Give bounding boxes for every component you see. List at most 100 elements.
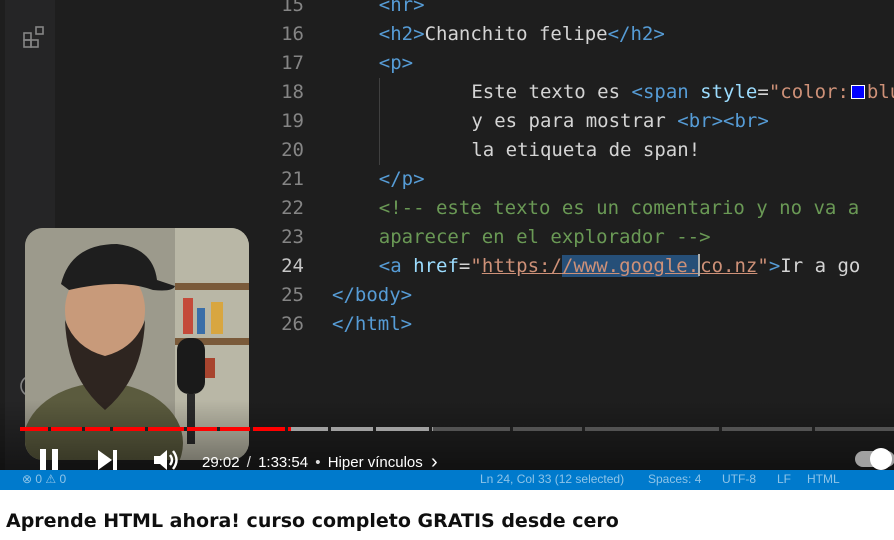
code-text: <p> bbox=[379, 49, 413, 78]
chapter-mark bbox=[183, 427, 187, 431]
code-token: </h2> bbox=[607, 23, 665, 45]
indent-spaces: Spaces: 4 bbox=[648, 472, 702, 486]
line-number: 18 bbox=[281, 81, 304, 103]
current-time: 29:02 bbox=[202, 454, 240, 471]
chapter-mark bbox=[250, 427, 254, 431]
line-number: 24 bbox=[281, 255, 304, 277]
code-token: style bbox=[700, 81, 758, 103]
video-title: Aprende HTML ahora! curso completo GRATI… bbox=[6, 510, 619, 532]
code-token: y es para mostrar bbox=[425, 110, 678, 132]
color-swatch-icon bbox=[850, 85, 865, 99]
code-text: aparecer en el explorador --> bbox=[379, 223, 711, 252]
duration: 1:33:54 bbox=[258, 454, 309, 471]
code-token: <hr> bbox=[378, 0, 425, 16]
code-token: https:/ bbox=[481, 255, 562, 277]
volume-icon bbox=[154, 450, 178, 470]
line-number: 17 bbox=[281, 52, 304, 74]
code-token: > bbox=[768, 255, 781, 277]
code-token: la etiqueta de span! bbox=[425, 139, 701, 161]
code-token: = bbox=[458, 255, 471, 277]
progress-bar[interactable] bbox=[20, 427, 894, 431]
chapter-mark bbox=[82, 427, 86, 431]
language-mode: HTML bbox=[807, 472, 840, 486]
cursor-position: Ln 24, Col 33 (12 selected) bbox=[480, 472, 625, 486]
selected-text: /www.google. bbox=[561, 255, 700, 277]
code-text: </body> bbox=[332, 281, 412, 310]
line-number: 20 bbox=[281, 139, 304, 161]
code-token: aparecer en el explorador --> bbox=[378, 226, 711, 248]
extensions-icon bbox=[22, 24, 48, 50]
code-token: href bbox=[413, 255, 459, 277]
code-line[interactable]: 21 </p> bbox=[56, 165, 894, 194]
code-text: y es para mostrar <br><br> bbox=[425, 107, 769, 136]
line-number: 16 bbox=[281, 23, 304, 45]
line-number: 23 bbox=[281, 226, 304, 248]
code-line[interactable]: 20 la etiqueta de span! bbox=[56, 136, 894, 165]
code-line[interactable]: 15 <hr> bbox=[56, 0, 894, 20]
chapter-mark bbox=[373, 427, 377, 431]
line-number: 21 bbox=[281, 168, 304, 190]
chapter-mark bbox=[429, 427, 433, 431]
code-token: co.nz bbox=[700, 255, 758, 277]
code-token: </p> bbox=[378, 168, 425, 190]
line-ending: LF bbox=[777, 472, 792, 486]
code-token: = bbox=[757, 81, 769, 103]
code-line[interactable]: 16 <h2>Chanchito felipe</h2> bbox=[56, 20, 894, 49]
line-number: 25 bbox=[281, 284, 304, 306]
code-token: Este texto es bbox=[425, 81, 632, 103]
code-text: </p> bbox=[379, 165, 425, 194]
code-token: "color: bbox=[768, 81, 849, 103]
code-text: <!-- este texto es un comentario y no va… bbox=[379, 194, 859, 223]
code-text: <hr> bbox=[379, 0, 425, 20]
line-number: 15 bbox=[281, 0, 304, 16]
line-number: 19 bbox=[281, 110, 304, 132]
code-token: </html> bbox=[332, 313, 413, 335]
autoplay-knob bbox=[870, 448, 892, 470]
indent-guide bbox=[379, 78, 380, 165]
code-line[interactable]: 18 Este texto es <span style="color: blu bbox=[56, 78, 894, 107]
code-token: <!-- este texto es un comentario y no va… bbox=[378, 197, 860, 219]
chapter-title: Hiper vínculos bbox=[327, 454, 423, 471]
chapter-mark bbox=[719, 427, 723, 431]
code-token: Ir a go bbox=[780, 255, 861, 277]
code-line[interactable]: 22 <!-- este texto es un comentario y no … bbox=[56, 194, 894, 223]
code-token: </body> bbox=[332, 284, 413, 306]
chapter-mark bbox=[217, 427, 221, 431]
code-token: " bbox=[757, 255, 769, 277]
line-number: 26 bbox=[281, 313, 304, 335]
chapter-link[interactable]: • Hiper vínculos › bbox=[312, 451, 437, 473]
code-token: Chanchito felipe bbox=[424, 23, 608, 45]
file-encoding: UTF-8 bbox=[722, 472, 756, 486]
vscode-status-bar: ⊗ 0 ⚠ 0 Ln 24, Col 33 (12 selected) Spac… bbox=[0, 470, 894, 490]
code-token: " bbox=[470, 255, 482, 277]
chapter-mark bbox=[811, 427, 815, 431]
line-number: 22 bbox=[281, 197, 304, 219]
code-text: Este texto es <span style="color: blu bbox=[426, 78, 894, 107]
code-token: blu bbox=[866, 81, 894, 103]
code-text: <h2>Chanchito felipe</h2> bbox=[379, 20, 665, 49]
code-line[interactable]: 19 y es para mostrar <br><br> bbox=[56, 107, 894, 136]
chapter-bullet: • bbox=[315, 454, 321, 471]
chapter-mark bbox=[509, 427, 513, 431]
time-separator: / bbox=[246, 454, 251, 471]
code-token: <p> bbox=[378, 52, 414, 74]
code-text: </html> bbox=[332, 310, 412, 339]
autoplay-toggle[interactable] bbox=[855, 448, 894, 470]
code-token: <h2> bbox=[378, 23, 425, 45]
chapter-mark bbox=[285, 427, 289, 431]
code-token: <a bbox=[378, 255, 402, 277]
code-token: <br><br> bbox=[677, 110, 769, 132]
chapter-mark bbox=[48, 427, 52, 431]
chapter-mark bbox=[145, 427, 149, 431]
skip-next-icon bbox=[98, 450, 117, 470]
chapter-mark bbox=[581, 427, 585, 431]
chapter-mark bbox=[328, 427, 332, 431]
code-token: <span bbox=[631, 81, 689, 103]
code-text: la etiqueta de span! bbox=[425, 136, 701, 165]
code-line[interactable]: 17 <p> bbox=[56, 49, 894, 78]
video-player[interactable]: 15 <hr> 16 <h2>Chanchito felipe</h2> 17 <p> 18… bbox=[0, 0, 894, 490]
problems-count: ⊗ 0 ⚠ 0 bbox=[22, 472, 67, 486]
chapter-mark bbox=[110, 427, 114, 431]
